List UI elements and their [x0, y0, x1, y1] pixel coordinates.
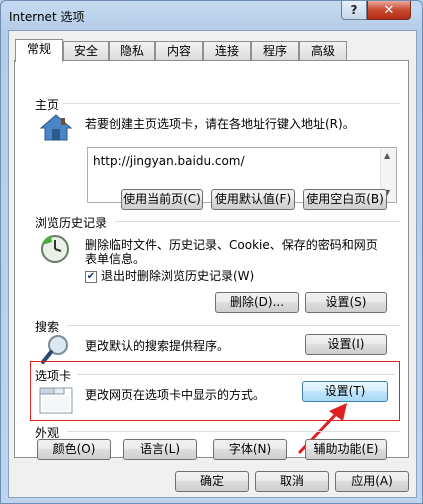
help-button[interactable]: ? [341, 1, 367, 20]
cancel-button[interactable]: 取消 [255, 471, 329, 492]
tab-advanced[interactable]: 高级 [299, 41, 347, 60]
history-section-title: 浏览历史记录 [35, 214, 112, 231]
tab-programs[interactable]: 程序 [251, 41, 299, 60]
history-clock-icon [41, 235, 69, 263]
internet-options-window: Internet 选项 ? ✕ 常规 安全 隐私 内容 连接 程序 高级 主页 … [0, 0, 423, 504]
delete-history-button[interactable]: 删除(D)... [215, 292, 299, 313]
search-settings-button[interactable]: 设置(I) [305, 334, 387, 355]
history-settings-button[interactable]: 设置(S) [305, 292, 387, 313]
languages-button[interactable]: 语言(L) [123, 439, 197, 460]
house-icon [39, 114, 73, 141]
tabs-window-icon [39, 387, 73, 414]
use-default-button[interactable]: 使用默认值(F) [211, 189, 295, 210]
history-description-line1: 删除临时文件、历史记录、Cookie、保存的密码和网页 [85, 238, 378, 252]
search-divider [67, 325, 400, 326]
tab-general[interactable]: 常规 [15, 39, 63, 62]
accessibility-button[interactable]: 辅助功能(E) [305, 439, 387, 460]
close-button[interactable]: ✕ [367, 1, 411, 20]
ok-button[interactable]: 确定 [175, 471, 249, 492]
apply-button[interactable]: 应用(A) [335, 471, 409, 492]
scroll-up-icon[interactable]: ▲ [384, 151, 390, 160]
tab-connections[interactable]: 连接 [203, 41, 251, 60]
tab-privacy[interactable]: 隐私 [109, 41, 155, 60]
home-url-value: http://jingyan.baidu.com/ [93, 154, 245, 168]
tab-security[interactable]: 安全 [63, 41, 109, 60]
window-title: Internet 选项 [9, 10, 85, 24]
tab-content[interactable]: 内容 [155, 41, 203, 60]
use-current-button[interactable]: 使用当前页(C) [121, 189, 203, 210]
dialog-client: 常规 安全 隐私 内容 连接 程序 高级 主页 若要创建主页选项卡，请在各地址行… [8, 30, 417, 498]
history-description-line2: 表单信息。 [85, 252, 146, 266]
general-tab-page: 主页 若要创建主页选项卡，请在各地址行键入地址(R)。 http://jingy… [14, 60, 409, 460]
title-bar[interactable]: Internet 选项 ? ✕ [1, 1, 422, 31]
home-description: 若要创建主页选项卡，请在各地址行键入地址(R)。 [85, 117, 355, 131]
tabs-section-title: 选项卡 [35, 367, 76, 384]
history-divider [115, 221, 400, 222]
delete-on-exit-checkbox[interactable]: ✔ [85, 271, 97, 283]
tabs-divider [77, 374, 395, 375]
tabs-description: 更改网页在选项卡中显示的方式。 [85, 388, 266, 402]
delete-on-exit-label[interactable]: 退出时删除浏览历史记录(W) [101, 269, 254, 284]
use-blank-button[interactable]: 使用空白页(B) [303, 189, 387, 210]
tabs-settings-button[interactable]: 设置(T) [302, 381, 388, 402]
fonts-button[interactable]: 字体(N) [213, 439, 287, 460]
home-divider [60, 103, 400, 104]
search-description: 更改默认的搜索提供程序。 [85, 339, 230, 353]
colors-button[interactable]: 颜色(O) [37, 439, 111, 460]
home-section-title: 主页 [35, 96, 64, 113]
appearance-divider [67, 431, 400, 432]
